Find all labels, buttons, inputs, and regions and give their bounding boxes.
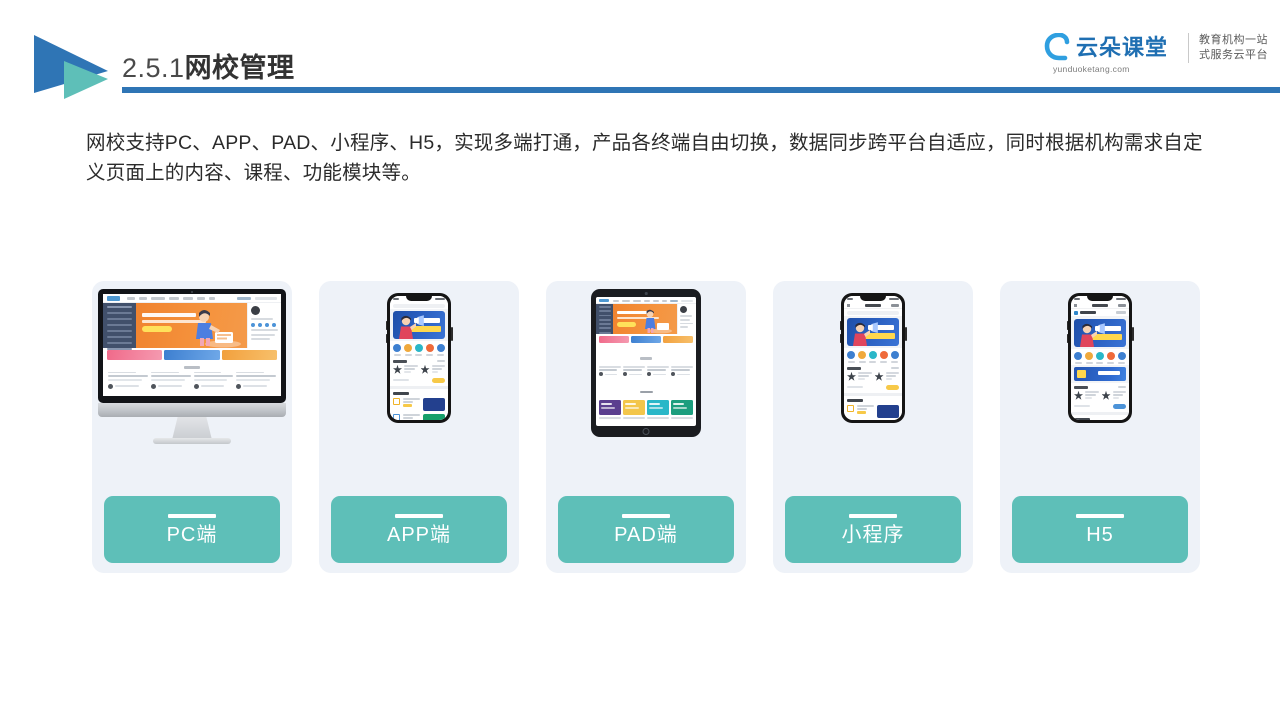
monitor-chin — [98, 403, 286, 417]
section-number: 2.5.1 — [122, 53, 185, 83]
monitor-stand — [172, 417, 212, 440]
brand-url: yunduoketang.com — [1052, 64, 1130, 74]
device-label-button-app[interactable]: APP端 — [331, 496, 507, 563]
device-label-button-h5[interactable]: H5 — [1012, 496, 1188, 563]
device-card-pad[interactable]: PAD端 — [546, 281, 746, 573]
label-bar — [849, 514, 897, 518]
brand-tagline-line2: 式服务云平台 — [1199, 49, 1268, 61]
mock-avatar — [251, 306, 260, 315]
device-card-h5[interactable]: H5 — [1000, 281, 1200, 573]
device-label-button-miniprogram[interactable]: 小程序 — [785, 496, 961, 563]
device-label-text: PC端 — [166, 524, 218, 546]
app-quick-icons — [390, 341, 448, 357]
device-card-pc[interactable]: PC端 — [92, 281, 292, 573]
device-cards-row: PC端 APP端 PAD端 小程序 H5 — [92, 281, 1200, 573]
course-grid-row-1 — [596, 400, 696, 417]
desktop-monitor-icon — [98, 289, 286, 449]
brand-name: 云朵课堂 — [1075, 35, 1168, 60]
device-illustration-desktop — [92, 281, 292, 496]
tablet-home-button[interactable] — [642, 428, 650, 435]
webcam-dot — [191, 290, 193, 293]
device-label-text: APP端 — [386, 524, 452, 546]
smartphone-icon — [839, 293, 907, 423]
monitor-base — [153, 438, 231, 444]
label-bar — [622, 514, 670, 518]
miniprogram-titlebar — [844, 302, 902, 309]
app-hero-banner — [1074, 319, 1126, 347]
smartphone-icon — [1066, 293, 1134, 423]
device-label-text: 小程序 — [841, 524, 905, 546]
device-label-button-pad[interactable]: PAD端 — [558, 496, 734, 563]
title-underline-rule — [122, 87, 1280, 93]
hero-illustration — [196, 310, 241, 348]
smartphone-icon — [385, 293, 453, 423]
phone-notch — [860, 296, 886, 301]
page-title: 2.5.1网校管理 — [122, 46, 295, 85]
h5-brand-bar — [1071, 309, 1129, 317]
phone-notch — [1087, 296, 1113, 301]
label-bar — [168, 514, 216, 518]
section-title: 网校管理 — [184, 53, 295, 83]
device-illustration-miniprogram — [773, 281, 973, 496]
browser-titlebar — [1071, 302, 1129, 309]
app-quick-icons — [844, 348, 902, 364]
play-triangle-logo-icon — [30, 27, 116, 103]
mock-website — [103, 294, 281, 396]
brand-tagline-line1: 教育机构一站 — [1199, 34, 1268, 47]
label-bar — [395, 514, 443, 518]
brand-tagline: 教育机构一站 式服务云平台 — [1199, 33, 1268, 63]
mock-site-logo — [107, 296, 120, 301]
device-illustration-h5 — [1000, 281, 1200, 496]
device-illustration-app — [319, 281, 519, 496]
app-quick-icons — [1071, 349, 1129, 365]
phone-notch — [406, 296, 432, 301]
label-bar — [1076, 514, 1124, 518]
app-hero-banner — [847, 318, 899, 346]
brand-divider — [1188, 33, 1189, 63]
device-label-text: H5 — [1086, 524, 1114, 546]
slide-header: 2.5.1网校管理 云朵课堂 yunduoketang.com 教育机构一站 式… — [0, 0, 1280, 110]
h5-promo-banner — [1074, 366, 1126, 381]
device-card-app[interactable]: APP端 — [319, 281, 519, 573]
body-paragraph: 网校支持PC、APP、PAD、小程序、H5，实现多端打通，产品各终端自由切换，数… — [86, 132, 1203, 184]
tablet-icon — [591, 289, 701, 437]
brand-logo: 云朵课堂 yunduoketang.com 教育机构一站 式服务云平台 — [1041, 32, 1268, 74]
device-illustration-tablet — [546, 281, 746, 496]
app-hero-banner — [393, 311, 445, 339]
device-card-miniprogram[interactable]: 小程序 — [773, 281, 973, 573]
cloud-icon — [1041, 32, 1075, 63]
device-label-text: PAD端 — [614, 524, 678, 546]
slide: 2.5.1网校管理 云朵课堂 yunduoketang.com 教育机构一站 式… — [0, 0, 1280, 720]
tablet-camera — [644, 292, 648, 295]
device-label-button-pc[interactable]: PC端 — [104, 496, 280, 563]
